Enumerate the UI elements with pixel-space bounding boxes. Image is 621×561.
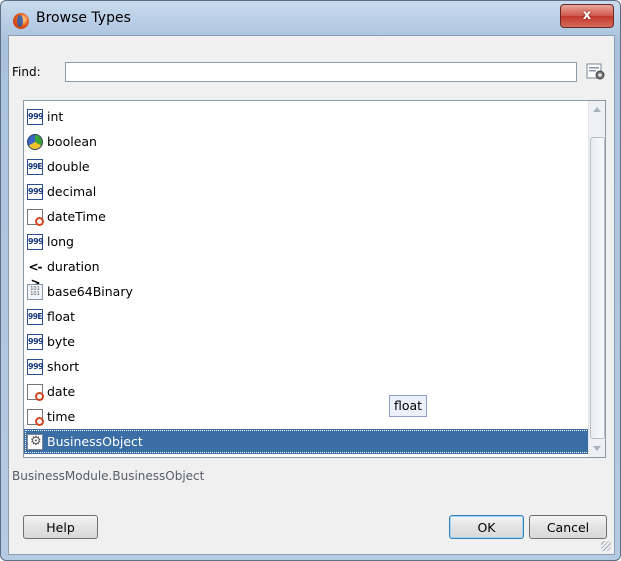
list-item-label: int <box>47 109 64 124</box>
find-options-button[interactable] <box>586 63 606 81</box>
list-item-label: time <box>47 409 76 424</box>
list-item-label: double <box>47 159 90 174</box>
list-item-duration[interactable]: <-> duration <box>24 254 594 290</box>
list-item-datetime[interactable]: dateTime <box>24 204 594 229</box>
list-item-label: date <box>47 384 76 399</box>
vertical-scrollbar[interactable] <box>588 101 605 457</box>
numeric-999-icon: 999 <box>27 333 44 350</box>
scrollbar-thumb[interactable] <box>590 137 605 439</box>
calendar-clock-icon <box>27 208 44 226</box>
dialog-window: Browse Types x Find: 999 int boolean 99E… <box>0 0 621 561</box>
ok-button[interactable]: OK <box>449 515 524 539</box>
list-item-base64binary[interactable]: 101 101 base64Binary <box>24 279 594 304</box>
calendar-clock-icon <box>27 383 44 401</box>
list-item-label: byte <box>47 334 75 349</box>
list-item-short[interactable]: 999 short <box>24 354 594 379</box>
dialog-title: Browse Types <box>36 10 131 26</box>
list-item-byte[interactable]: 999 byte <box>24 329 594 354</box>
numeric-999-icon: 999 <box>27 358 44 375</box>
list-item-time[interactable]: time <box>24 404 594 429</box>
find-label: Find: <box>12 65 41 79</box>
list-item-label: short <box>47 359 80 374</box>
list-item-label: float <box>47 309 76 324</box>
list-item-label: BusinessObject <box>47 434 143 449</box>
help-button[interactable]: Help <box>23 515 98 539</box>
numeric-99e-icon: 99E <box>27 158 43 175</box>
scroll-up-arrow-icon[interactable] <box>593 107 601 112</box>
list-item-int[interactable]: 999 int <box>24 104 594 129</box>
list-item-float[interactable]: 99E float <box>24 304 594 329</box>
list-item-date[interactable]: date <box>24 379 594 404</box>
double-arrow-icon: <-> <box>28 259 42 290</box>
list-item-long[interactable]: 999 long <box>24 229 594 254</box>
close-button[interactable]: x <box>560 4 614 28</box>
list-item-label: dateTime <box>47 209 106 224</box>
gear-icon <box>586 63 605 80</box>
numeric-999-icon: 999 <box>27 108 44 125</box>
list-item-boolean[interactable]: boolean <box>24 129 594 154</box>
cancel-button[interactable]: Cancel <box>529 515 607 539</box>
types-list[interactable]: 999 int boolean 99E double 999 decimal d… <box>23 100 606 458</box>
numeric-999-icon: 999 <box>27 233 44 250</box>
dialog-body: Find: 999 int boolean 99E double 999 dec… <box>8 35 615 555</box>
list-item-label: base64Binary <box>47 284 133 299</box>
list-item-label: decimal <box>47 184 97 199</box>
numeric-999-icon: 999 <box>27 183 44 200</box>
business-object-icon <box>27 433 43 450</box>
list-item-label: long <box>47 234 74 249</box>
list-item-label: boolean <box>47 134 97 149</box>
list-item-businessobject[interactable]: BusinessObject <box>24 429 594 454</box>
title-bar[interactable]: Browse Types x <box>1 1 620 35</box>
list-item-decimal[interactable]: 999 decimal <box>24 179 594 204</box>
app-icon <box>13 13 29 29</box>
find-input[interactable] <box>65 62 577 82</box>
list-item-double[interactable]: 99E double <box>24 154 594 179</box>
selected-type-path: BusinessModule.BusinessObject <box>12 469 205 483</box>
binary-file-icon: 101 101 <box>27 283 43 300</box>
tooltip: float <box>389 395 428 417</box>
resize-grip[interactable] <box>601 541 611 551</box>
scroll-down-arrow-icon[interactable] <box>593 446 601 451</box>
numeric-99e-icon: 99E <box>27 308 43 325</box>
list-item-label: duration <box>47 259 100 274</box>
boolean-orb-icon <box>27 133 43 150</box>
calendar-clock-icon <box>27 408 44 426</box>
